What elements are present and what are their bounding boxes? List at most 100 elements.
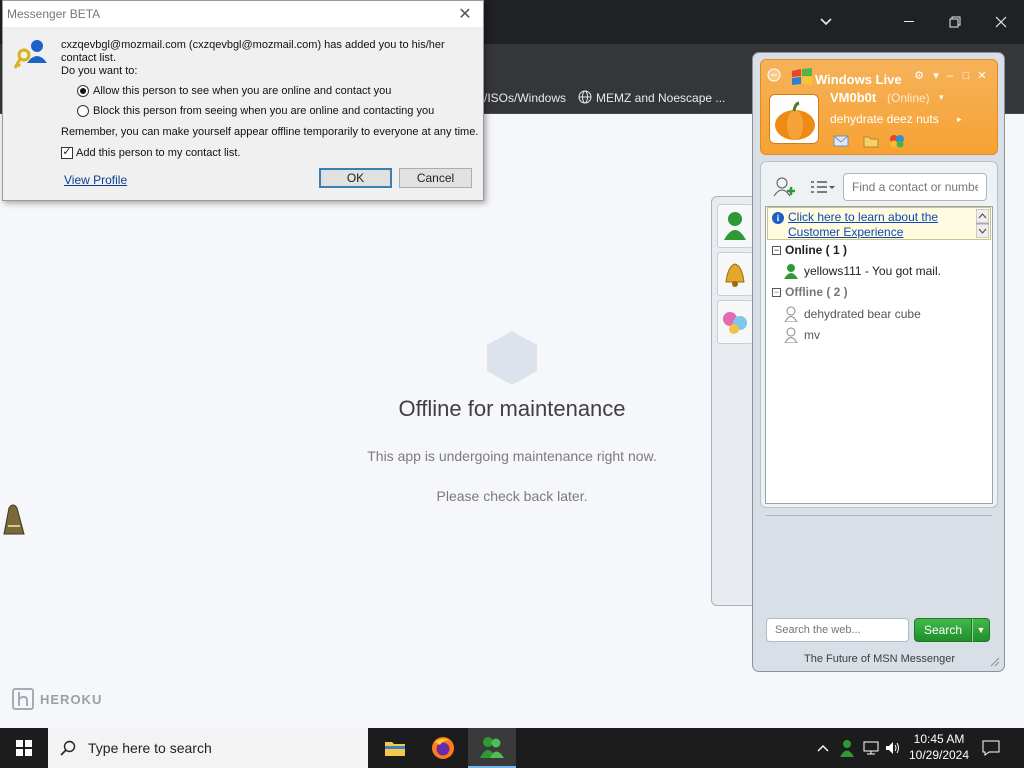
search-button[interactable]: Search [914, 618, 972, 642]
customer-experience-banner: i Click here to learn about the Customer… [767, 207, 991, 240]
tray-messenger-icon[interactable] [838, 738, 856, 758]
web-search-input[interactable] [766, 618, 909, 642]
restore-icon[interactable] [932, 0, 978, 44]
ok-button[interactable]: OK [319, 168, 392, 188]
dialog-title: Messenger BETA [7, 7, 101, 21]
tab-contacts[interactable] [717, 204, 753, 248]
info-icon: i [772, 212, 784, 224]
brand-label: Windows Live [815, 72, 902, 87]
minimize-icon[interactable] [886, 0, 932, 44]
status-label[interactable]: (Online) [887, 91, 930, 105]
taskbar-firefox[interactable] [419, 728, 467, 768]
dialog-message: cxzqevbgl@mozmail.com (cxzqevbgl@mozmail… [61, 39, 445, 64]
show-hidden-icons-icon[interactable] [814, 738, 832, 758]
heroku-logo-icon [12, 688, 34, 710]
collapse-icon[interactable]: − [772, 245, 781, 255]
contact-name: yellows111 - You got mail. [804, 264, 941, 278]
header-dropdown-icon[interactable]: ▾ [931, 70, 941, 82]
messenger-buddies-icon [480, 737, 504, 758]
contact-item[interactable]: yellows111 - You got mail. [784, 263, 941, 279]
search-dropdown-icon[interactable]: ▼ [972, 618, 990, 642]
folder-icon[interactable] [863, 134, 879, 148]
heroku-logo-text: HEROKU [40, 691, 103, 707]
mail-icon[interactable] [833, 134, 849, 148]
add-contact-icon[interactable] [773, 176, 797, 198]
bookmark-label: /ISOs/Windows [484, 91, 567, 105]
group-online[interactable]: − Online ( 1 ) [772, 243, 847, 257]
allow-radio-label[interactable]: Allow this person to see when you are on… [93, 85, 391, 98]
bell-icon [725, 263, 745, 287]
customer-experience-link[interactable]: Click here to learn about the Customer E… [788, 210, 974, 240]
contact-list-panel: i Click here to learn about the Customer… [760, 161, 998, 508]
close-browser-icon[interactable] [978, 0, 1024, 44]
search-icon [60, 740, 76, 756]
view-profile-link[interactable]: View Profile [64, 173, 127, 187]
offline-buddy-icon [784, 327, 798, 343]
block-radio[interactable] [77, 105, 89, 117]
close-dialog-icon[interactable]: ✕ [455, 4, 475, 24]
resize-grip-icon[interactable] [988, 655, 1000, 667]
group-label: Online ( 1 ) [785, 243, 848, 257]
avatar[interactable] [769, 94, 819, 144]
msn-butterfly-icon[interactable] [889, 134, 905, 148]
close-messenger-icon[interactable]: ✕ [977, 70, 987, 82]
offline-buddy-icon [784, 306, 798, 322]
windows-logo-icon [16, 740, 32, 756]
clock-date: 10/29/2024 [908, 748, 970, 762]
divider [766, 515, 992, 516]
messenger-menu-icon[interactable] [767, 68, 781, 82]
tab-alerts[interactable] [717, 252, 753, 296]
maximize-messenger-icon[interactable]: □ [961, 70, 971, 82]
online-buddy-icon [784, 264, 798, 279]
volume-icon[interactable] [884, 738, 902, 758]
block-radio-label[interactable]: Block this person from seeing when you a… [93, 105, 434, 118]
bookmark-memz[interactable]: MEMZ and Noescape ... [578, 88, 725, 108]
folder-icon [385, 742, 405, 756]
group-label: Offline ( 2 ) [785, 285, 848, 299]
tab-search-chevron-icon[interactable] [803, 0, 849, 44]
dialog-reminder: Remember, you can make yourself appear o… [61, 126, 479, 138]
keys-user-icon [14, 40, 47, 69]
taskbar-file-explorer[interactable] [371, 728, 419, 768]
find-contact-input[interactable] [843, 173, 987, 201]
network-icon[interactable] [862, 738, 880, 758]
contact-name: mv [804, 328, 820, 342]
windows-flag-icon [792, 68, 812, 85]
contact-list: i Click here to learn about the Customer… [765, 206, 993, 504]
personal-message[interactable]: dehydrate deez nuts [830, 112, 939, 126]
taskbar-search[interactable]: Type here to search [48, 728, 368, 768]
minimize-messenger-icon[interactable]: – [945, 70, 955, 82]
customize-icon[interactable]: ⚙ [911, 70, 927, 82]
dialog-titlebar: Messenger BETA ✕ [3, 1, 483, 27]
messenger-header: Windows Live ⚙ ▾ – □ ✕ VM0b0t (Online) ▾… [760, 59, 998, 155]
add-contact-checkbox[interactable]: ✓ [61, 147, 73, 159]
start-button[interactable] [0, 728, 48, 768]
taskbar-messenger[interactable] [468, 728, 516, 768]
collapse-icon[interactable]: − [772, 287, 781, 297]
heroku-logo: HEROKU [12, 688, 102, 710]
buddy-icon [724, 212, 746, 240]
taskbar-clock[interactable]: 10:45 AM 10/29/2024 [907, 731, 971, 763]
username[interactable]: VM0b0t [830, 90, 876, 105]
clock-time: 10:45 AM [913, 732, 965, 746]
contact-item[interactable]: mv [784, 327, 820, 343]
banner-scroll-arrows[interactable] [976, 209, 989, 238]
notifications-icon[interactable] [982, 738, 1000, 758]
contact-item[interactable]: dehydrated bear cube [784, 306, 921, 322]
group-offline[interactable]: − Offline ( 2 ) [772, 285, 848, 299]
cancel-button[interactable]: Cancel [399, 168, 472, 188]
status-dropdown-icon[interactable]: ▾ [939, 92, 944, 103]
psm-dropdown-icon[interactable]: ▸ [957, 114, 962, 125]
allow-radio[interactable] [77, 85, 89, 97]
bookmark-isos-windows[interactable]: /ISOs/Windows [484, 88, 566, 108]
list-options-icon[interactable] [809, 176, 835, 198]
globe-icon [578, 90, 592, 107]
add-contact-dialog: Messenger BETA ✕ cxzqevbgl@mozmail.com (… [2, 0, 484, 201]
taskbar-search-placeholder: Type here to search [88, 740, 212, 756]
web-search-area: Search ▼ [753, 609, 1004, 649]
tab-games[interactable] [717, 300, 753, 344]
contact-name: dehydrated bear cube [804, 307, 921, 321]
add-contact-label[interactable]: Add this person to my contact list. [76, 147, 240, 160]
messenger-footer: The Future of MSN Messenger [803, 653, 955, 665]
taskbar: Type here to search 10:45 AM 10/29/2024 [0, 728, 1024, 768]
